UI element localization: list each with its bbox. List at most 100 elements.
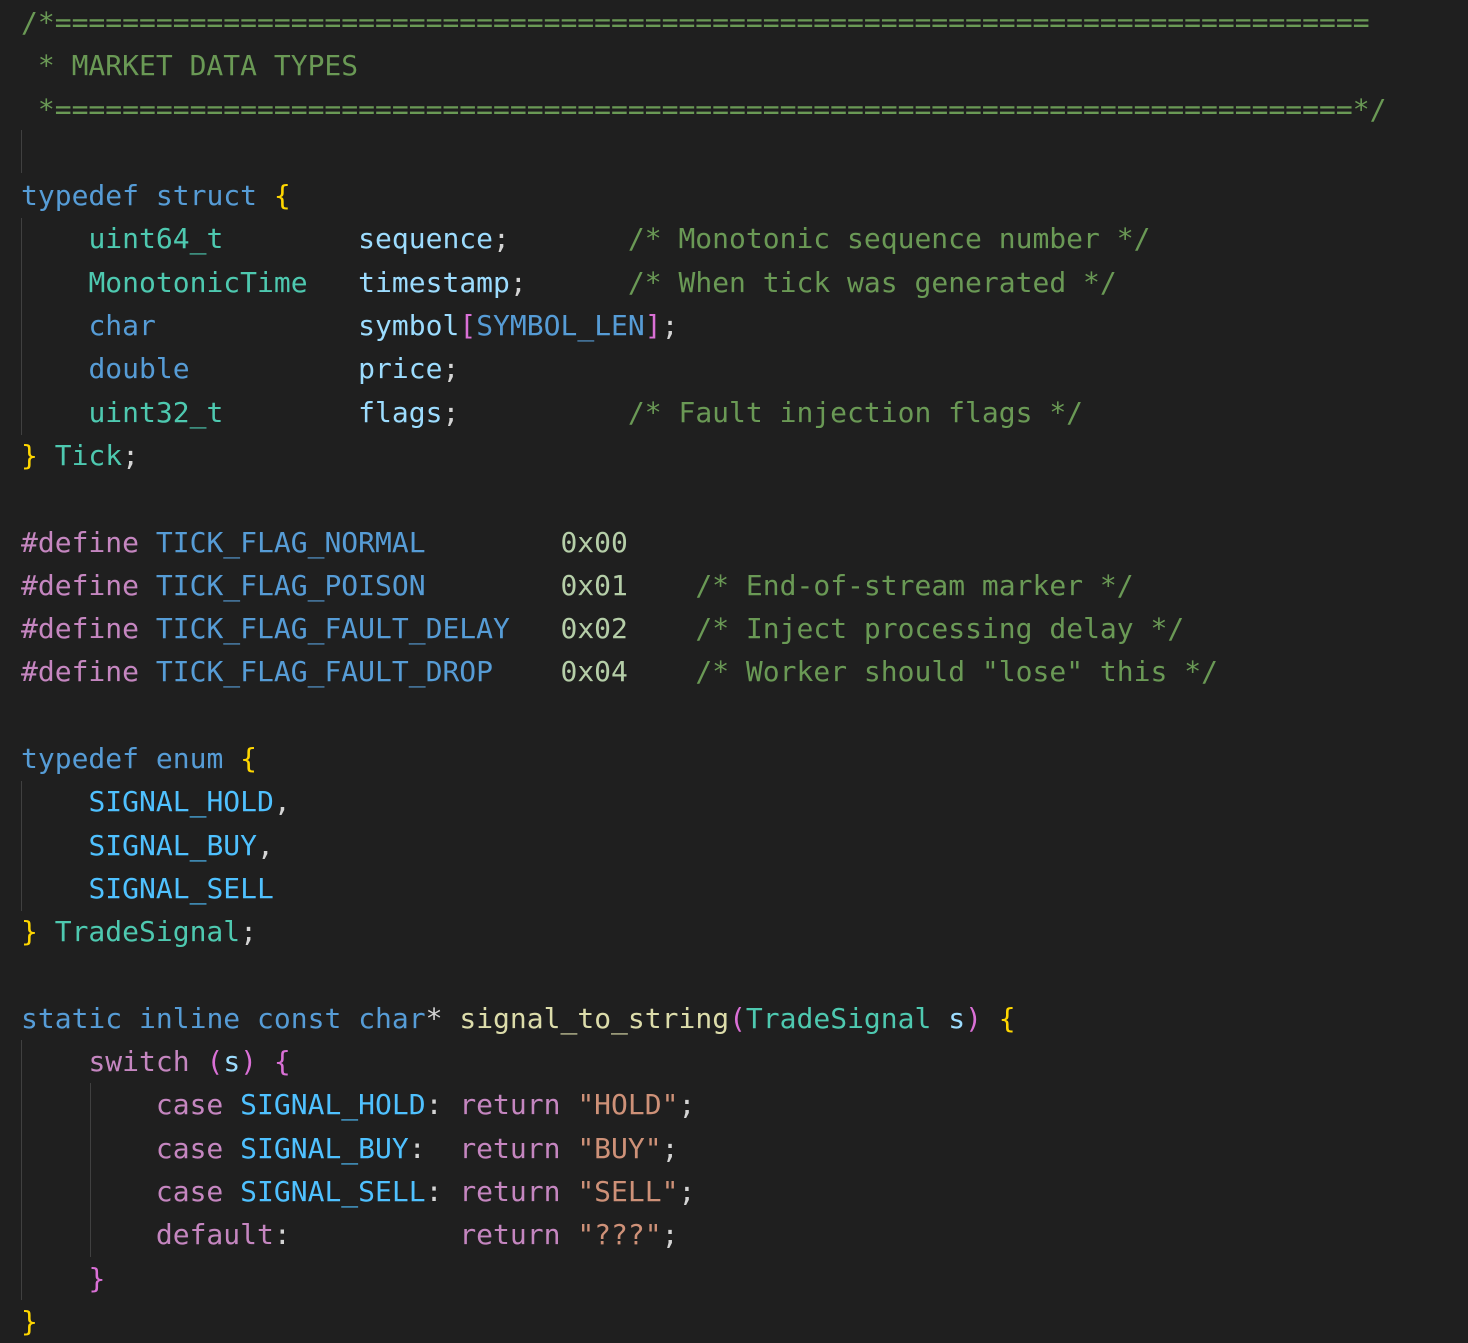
punctuation-token: , bbox=[257, 828, 274, 862]
punctuation-token bbox=[156, 309, 358, 342]
control-keyword-token: case bbox=[155, 1088, 224, 1122]
code-line: MonotonicTime timestamp; /* When tick wa… bbox=[21, 261, 1386, 304]
punctuation-token: ; bbox=[122, 438, 140, 472]
punctuation-token bbox=[223, 1132, 240, 1165]
punctuation-token bbox=[493, 655, 560, 688]
type-token: TradeSignal bbox=[54, 915, 241, 949]
punctuation-token bbox=[560, 1088, 577, 1121]
code-line: /*======================================… bbox=[21, 1, 1386, 44]
bracket-token: { bbox=[998, 1001, 1016, 1035]
punctuation-token: ; bbox=[442, 395, 628, 429]
punctuation-token bbox=[426, 526, 561, 559]
bracket-token: } bbox=[21, 438, 38, 472]
bracket-token: } bbox=[88, 1261, 106, 1295]
control-keyword-token: default bbox=[155, 1218, 274, 1252]
punctuation-token: ; bbox=[661, 1218, 679, 1252]
code-line: uint32_t flags; /* Fault injection flags… bbox=[21, 391, 1386, 434]
code-line: SIGNAL_BUY, bbox=[21, 824, 1386, 867]
keyword-token: inline bbox=[139, 1001, 241, 1035]
punctuation-token bbox=[628, 655, 695, 688]
control-keyword-token: return bbox=[459, 1218, 561, 1252]
punctuation-token bbox=[21, 222, 88, 255]
punctuation-token bbox=[190, 352, 359, 385]
keyword-token: const bbox=[257, 1001, 342, 1035]
punctuation-token bbox=[982, 1002, 999, 1035]
type-token: Tick bbox=[54, 438, 123, 472]
bracket-token: { bbox=[273, 179, 291, 213]
punctuation-token bbox=[223, 1175, 240, 1208]
keyword-token: typedef bbox=[21, 742, 140, 776]
punctuation-token bbox=[21, 1132, 156, 1165]
code-line: typedef struct { bbox=[21, 174, 1386, 217]
keyword-token: TICK_FLAG_FAULT_DELAY bbox=[155, 612, 510, 646]
comment-token: /* End-of-stream marker */ bbox=[695, 568, 1134, 602]
punctuation-token: ; bbox=[493, 222, 628, 256]
punctuation-token bbox=[139, 612, 156, 645]
keyword-token: char bbox=[358, 1001, 426, 1035]
punctuation-token bbox=[21, 1088, 156, 1121]
bracket-token: ] bbox=[644, 309, 662, 343]
control-keyword-token: case bbox=[155, 1175, 224, 1209]
keyword-token: typedef bbox=[21, 179, 140, 213]
punctuation-token bbox=[223, 742, 240, 775]
number-token: 0x04 bbox=[560, 655, 628, 689]
code-line: static inline const char* signal_to_stri… bbox=[21, 997, 1386, 1040]
type-token: uint32_t bbox=[88, 395, 224, 429]
punctuation-token bbox=[560, 1218, 577, 1251]
punctuation-token: ; bbox=[240, 915, 258, 949]
punctuation-token: : bbox=[425, 1175, 460, 1209]
code-editor[interactable]: /*======================================… bbox=[0, 0, 1468, 1338]
identifier-token: symbol bbox=[358, 309, 460, 343]
code-line: case SIGNAL_SELL: return "SELL"; bbox=[21, 1170, 1386, 1213]
number-token: 0x01 bbox=[560, 568, 628, 602]
control-keyword-token: #define bbox=[21, 568, 140, 602]
keyword-token: TICK_FLAG_NORMAL bbox=[155, 525, 426, 559]
number-token: 0x00 bbox=[560, 525, 628, 559]
comment-token: /*======================================… bbox=[21, 6, 1370, 39]
code-line: default: return "???"; bbox=[21, 1213, 1386, 1256]
punctuation-token bbox=[21, 1045, 88, 1078]
control-keyword-token: #define bbox=[21, 525, 140, 559]
code-content[interactable]: /*======================================… bbox=[21, 1, 1386, 1343]
punctuation-token bbox=[560, 1132, 577, 1165]
type-token: TradeSignal bbox=[745, 1001, 932, 1035]
punctuation-token bbox=[223, 1088, 240, 1121]
punctuation-token: ; bbox=[661, 309, 679, 343]
punctuation-token: : bbox=[425, 1088, 460, 1122]
string-token: "???" bbox=[577, 1218, 662, 1252]
code-line: case SIGNAL_HOLD: return "HOLD"; bbox=[21, 1083, 1386, 1126]
code-line: SIGNAL_HOLD, bbox=[21, 780, 1386, 823]
bracket-token: ( bbox=[206, 1045, 224, 1079]
constant-token: SIGNAL_BUY bbox=[88, 828, 258, 862]
bracket-token: { bbox=[240, 742, 258, 776]
comment-token: * MARKET DATA TYPES bbox=[21, 49, 359, 83]
keyword-token: enum bbox=[155, 742, 224, 776]
punctuation-token bbox=[21, 1218, 156, 1251]
punctuation-token bbox=[223, 222, 358, 255]
code-line: * MARKET DATA TYPES bbox=[21, 44, 1386, 87]
comment-token: /* Worker should "lose" this */ bbox=[695, 655, 1218, 689]
code-line: SIGNAL_SELL bbox=[21, 867, 1386, 910]
bracket-token: } bbox=[21, 915, 38, 949]
code-line: ​ bbox=[21, 477, 1386, 520]
constant-token: SIGNAL_HOLD bbox=[88, 785, 274, 819]
constant-token: SIGNAL_SELL bbox=[240, 1175, 426, 1209]
identifier-token: s bbox=[948, 1001, 966, 1035]
code-line: } Tick; bbox=[21, 434, 1386, 477]
bracket-token: ( bbox=[729, 1001, 746, 1035]
punctuation-token bbox=[21, 872, 88, 905]
function-name-token: signal_to_string bbox=[459, 1001, 730, 1035]
punctuation-token: : bbox=[273, 1218, 460, 1252]
keyword-token: static bbox=[21, 1001, 123, 1035]
punctuation-token bbox=[21, 352, 88, 385]
punctuation-token: : bbox=[408, 1131, 460, 1165]
control-keyword-token: case bbox=[155, 1131, 224, 1165]
bracket-token: ) bbox=[240, 1045, 258, 1079]
code-line: typedef enum { bbox=[21, 737, 1386, 780]
comment-token: /* When tick was generated */ bbox=[627, 265, 1117, 299]
code-line: char symbol[SYMBOL_LEN]; bbox=[21, 304, 1386, 347]
punctuation-token bbox=[510, 612, 561, 645]
constant-token: SIGNAL_HOLD bbox=[240, 1088, 426, 1122]
code-line: } TradeSignal; bbox=[21, 910, 1386, 953]
code-line: ​ bbox=[21, 954, 1386, 997]
